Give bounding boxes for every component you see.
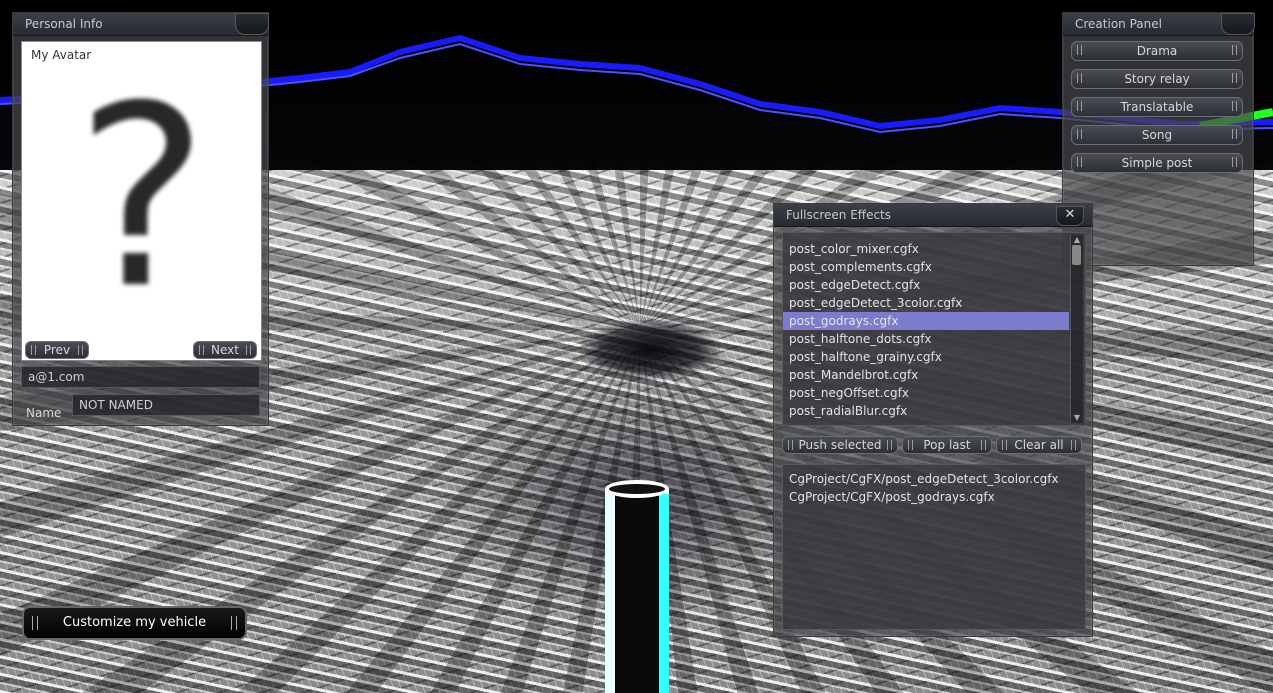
list-item[interactable]: post_negOffset.cgfx (783, 384, 1069, 402)
customize-vehicle-button[interactable]: Customize my vehicle (22, 606, 247, 640)
song-button[interactable]: Song (1071, 125, 1243, 145)
personal-info-title: Personal Info (25, 17, 103, 31)
pillar (605, 490, 669, 693)
pillar-cap (605, 480, 669, 498)
email-field[interactable]: a@1.com (21, 366, 260, 388)
name-field[interactable]: NOT NAMED (72, 394, 260, 416)
fullscreen-effects-titlebar[interactable]: Fullscreen Effects (774, 204, 1092, 227)
list-item[interactable]: post_edgeDetect.cgfx (783, 276, 1069, 294)
vehicle-shadow (580, 320, 720, 380)
scroll-up-icon[interactable]: ▲ (1072, 236, 1082, 244)
list-item[interactable]: post_halftone_dots.cgfx (783, 330, 1069, 348)
collapse-tab-icon[interactable] (235, 13, 269, 35)
scroll-down-icon[interactable]: ▼ (1072, 414, 1082, 422)
translatable-button[interactable]: Translatable (1071, 97, 1243, 117)
simple-post-button[interactable]: Simple post (1071, 153, 1243, 173)
name-label: Name (26, 406, 62, 420)
list-item[interactable]: post_edgeDetect_3color.cgfx (783, 294, 1069, 312)
close-icon[interactable]: ✕ (1056, 206, 1084, 226)
pop-last-button[interactable]: Pop last (902, 436, 992, 454)
creation-panel-title: Creation Panel (1075, 17, 1162, 31)
list-item[interactable]: post_Mandelbrot.cgfx (783, 366, 1069, 384)
personal-info-titlebar[interactable]: Personal Info (13, 13, 268, 36)
prev-avatar-button[interactable]: Prev (25, 341, 89, 359)
list-item[interactable]: post_godrays.cgfx (783, 312, 1069, 330)
fullscreen-effects-title: Fullscreen Effects (786, 208, 892, 222)
push-selected-button[interactable]: Push selected (782, 436, 898, 454)
list-item[interactable]: post_halftone_grainy.cgfx (783, 348, 1069, 366)
list-item[interactable]: CgProject/CgFX/post_edgeDetect_3color.cg… (783, 470, 1085, 488)
clear-all-button[interactable]: Clear all (996, 436, 1082, 454)
personal-info-panel: Personal Info My Avatar ? Prev Next a@1.… (12, 12, 269, 426)
fullscreen-effects-panel: Fullscreen Effects ✕ post_color_mixer.cg… (773, 203, 1093, 637)
list-item[interactable]: CgProject/CgFX/post_godrays.cgfx (783, 488, 1085, 506)
list-item[interactable]: post_complements.cgfx (783, 258, 1069, 276)
avatar-box: My Avatar ? (21, 41, 262, 361)
list-item[interactable]: post_color_mixer.cgfx (783, 240, 1069, 258)
list-item[interactable]: post_radialBlur.cgfx (783, 402, 1069, 420)
effects-scrollbar[interactable]: ▲ ▼ (1070, 235, 1083, 423)
story-relay-button[interactable]: Story relay (1071, 69, 1243, 89)
drama-button[interactable]: Drama (1071, 41, 1243, 61)
effects-list[interactable]: post_color_mixer.cgfx post_complements.c… (782, 232, 1086, 426)
scroll-thumb[interactable] (1072, 245, 1081, 265)
effects-stack-list[interactable]: CgProject/CgFX/post_edgeDetect_3color.cg… (782, 464, 1086, 630)
avatar-placeholder-icon: ? (75, 52, 209, 343)
next-avatar-button[interactable]: Next (193, 341, 257, 359)
collapse-tab-icon[interactable] (1221, 13, 1255, 35)
